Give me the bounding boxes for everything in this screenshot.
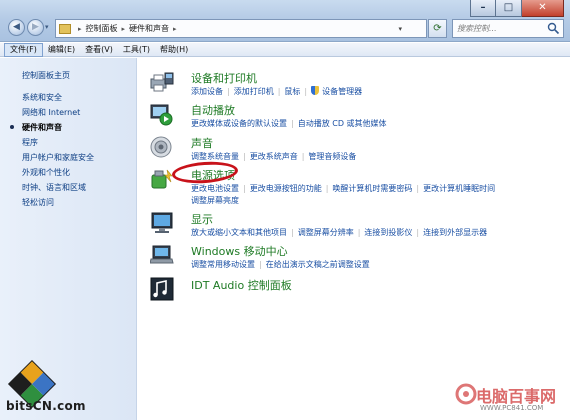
autoplay-icon[interactable] — [150, 102, 174, 126]
search-icon[interactable] — [547, 22, 560, 35]
mobility-icon[interactable] — [150, 243, 174, 267]
link-connect-projector[interactable]: 连接到投影仪 — [364, 228, 412, 237]
link-mouse[interactable]: 鼠标 — [284, 87, 300, 96]
address-dropdown-icon[interactable]: ▾ — [398, 25, 402, 33]
menu-file[interactable]: 文件(F) — [4, 42, 43, 57]
link-add-device[interactable]: 添加设备 — [191, 87, 223, 96]
link-change-battery-settings[interactable]: 更改电池设置 — [191, 184, 239, 193]
breadcrumb-control-panel[interactable]: 控制面板 — [86, 23, 118, 34]
category-links: 更改电池设置 | 更改电源按钮的功能 | 唤醒计算机时需要密码 | 更改计算机睡眠时间 — [191, 184, 496, 193]
category-title-devices-printers[interactable]: 设备和打印机 — [191, 70, 257, 86]
category-title-display[interactable]: 显示 — [191, 211, 213, 227]
forward-button[interactable]: ▶ — [27, 19, 44, 36]
link-power-button-function[interactable]: 更改电源按钮的功能 — [250, 184, 322, 193]
category-links: 放大或缩小文本和其他项目 | 调整屏幕分辨率 | 连接到投影仪 | 连接到外部显示器 — [191, 228, 488, 237]
display-icon[interactable] — [150, 211, 174, 235]
sidebar-item-hardware-sound[interactable]: 硬件和声音 — [22, 122, 62, 133]
sidebar-item-clock-language[interactable]: 时钟、语言和区域 — [22, 182, 86, 193]
main-content: 设备和打印机 添加设备 | 添加打印机 | 鼠标 | 设备管理器 自动播放 更改媒体或设备的… — [138, 58, 570, 420]
speaker-icon[interactable] — [150, 135, 174, 159]
control-panel-folder-icon — [59, 23, 71, 34]
search-input[interactable]: 搜索控制... — [452, 19, 564, 38]
address-bar[interactable]: ▸ 控制面板 ▸ 硬件和声音 ▸ ▾ — [55, 19, 427, 38]
breadcrumb-arrow-icon: ▸ — [78, 24, 82, 33]
link-mobility-settings[interactable]: 调整常用移动设置 — [191, 260, 255, 269]
menu-tools[interactable]: 工具(T) — [118, 43, 155, 57]
menu-edit[interactable]: 编辑(E) — [43, 43, 80, 57]
link-device-manager[interactable]: 设备管理器 — [322, 87, 362, 96]
close-button[interactable]: ✕ — [522, 0, 564, 17]
title-bar: – □ ✕ ◀ ▶ ▾ ▸ 控制面板 ▸ 硬件和声音 ▸ ▾ ⟳ 搜索控制... — [0, 0, 570, 42]
minimize-button[interactable]: – — [470, 0, 496, 17]
breadcrumb-hardware-sound[interactable]: 硬件和声音 — [129, 23, 169, 34]
current-page-bullet-icon — [10, 125, 14, 129]
watermark-bitscn: bitsCN.com — [6, 399, 86, 413]
menu-view[interactable]: 查看(V) — [80, 43, 118, 57]
search-placeholder: 搜索控制... — [457, 24, 497, 33]
printer-icon[interactable] — [150, 70, 174, 94]
sidebar-item-network-internet[interactable]: 网络和 Internet — [22, 107, 80, 118]
watermark-pc841-url: WWW.PC841.COM — [480, 404, 544, 412]
uac-shield-icon — [311, 86, 320, 95]
menu-bar: 文件(F) 编辑(E) 查看(V) 工具(T) 帮助(H) — [0, 42, 570, 57]
link-adjust-brightness[interactable]: 调整屏幕亮度 — [191, 195, 239, 206]
menu-help[interactable]: 帮助(H) — [155, 43, 193, 57]
breadcrumb-arrow-icon: ▸ — [173, 24, 177, 33]
link-change-sounds[interactable]: 更改系统声音 — [250, 152, 298, 161]
link-text-size[interactable]: 放大或缩小文本和其他项目 — [191, 228, 287, 237]
window-controls: – □ ✕ — [470, 0, 564, 17]
sidebar-item-ease-of-access[interactable]: 轻松访问 — [22, 197, 54, 208]
link-external-display[interactable]: 连接到外部显示器 — [423, 228, 487, 237]
link-adjust-volume[interactable]: 调整系统音量 — [191, 152, 239, 161]
breadcrumb-arrow-icon: ▸ — [121, 24, 126, 33]
sidebar-item-user-accounts[interactable]: 用户帐户和家庭安全 — [22, 152, 94, 163]
sidebar-item-programs[interactable]: 程序 — [22, 137, 38, 148]
link-manage-audio-devices[interactable]: 管理音频设备 — [308, 152, 356, 161]
sidebar-item-appearance[interactable]: 外观和个性化 — [22, 167, 70, 178]
link-add-printer[interactable]: 添加打印机 — [234, 87, 274, 96]
category-links: 调整常用移动设置 | 在给出演示文稿之前调整设置 — [191, 260, 370, 269]
maximize-button[interactable]: □ — [496, 0, 522, 17]
back-button[interactable]: ◀ — [8, 19, 25, 36]
history-dropdown-icon[interactable]: ▾ — [45, 23, 49, 31]
category-title-idt-audio[interactable]: IDT Audio 控制面板 — [191, 277, 292, 293]
idt-audio-icon[interactable] — [150, 277, 174, 301]
power-icon[interactable] — [150, 167, 174, 191]
category-title-mobility-center[interactable]: Windows 移动中心 — [191, 243, 288, 259]
link-screen-resolution[interactable]: 调整屏幕分辨率 — [298, 228, 354, 237]
category-links: 调整系统音量 | 更改系统声音 | 管理音频设备 — [191, 152, 357, 161]
sidebar-item-system-security[interactable]: 系统和安全 — [22, 92, 62, 103]
link-autoplay-cd[interactable]: 自动播放 CD 或其他媒体 — [298, 119, 387, 128]
refresh-button[interactable]: ⟳ — [428, 19, 447, 38]
category-title-autoplay[interactable]: 自动播放 — [191, 102, 235, 118]
link-change-media-defaults[interactable]: 更改媒体或设备的默认设置 — [191, 119, 287, 128]
link-wakeup-password[interactable]: 唤醒计算机时需要密码 — [332, 184, 412, 193]
link-sleep-time[interactable]: 更改计算机睡眠时间 — [423, 184, 495, 193]
category-links: 添加设备 | 添加打印机 | 鼠标 | 设备管理器 — [191, 86, 363, 96]
category-title-sound[interactable]: 声音 — [191, 135, 213, 151]
sidebar-item-control-panel-home[interactable]: 控制面板主页 — [22, 70, 70, 81]
category-links: 更改媒体或设备的默认设置 | 自动播放 CD 或其他媒体 — [191, 119, 387, 128]
link-presentation-settings[interactable]: 在给出演示文稿之前调整设置 — [266, 260, 370, 269]
